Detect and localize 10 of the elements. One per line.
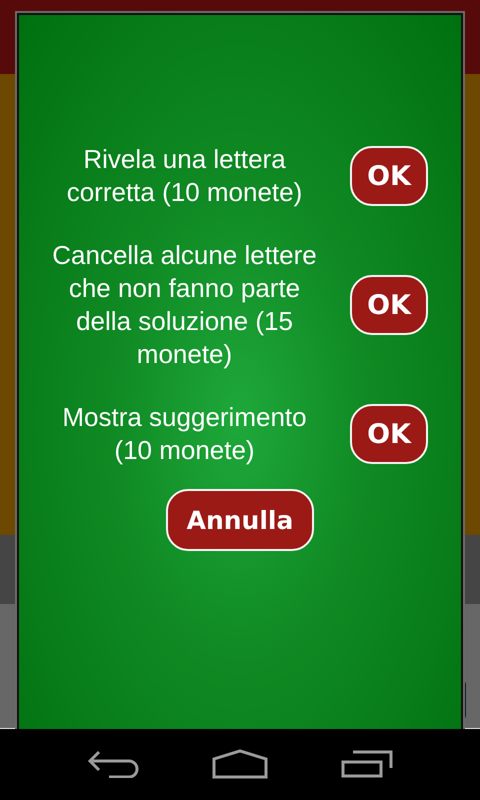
option-text: Rivela una lettera corretta (10 monete) — [66, 143, 304, 209]
option-text: Cancella alcune lettere che non fanno parte della soluzione (15 monete) — [51, 239, 318, 371]
home-icon[interactable] — [212, 749, 268, 780]
ok-button[interactable]: OK — [350, 275, 428, 335]
back-icon[interactable] — [86, 750, 139, 778]
cancel-button[interactable]: Annulla — [166, 489, 314, 551]
ok-button[interactable]: OK — [350, 404, 428, 464]
option-text: Mostra suggerimento (10 monete) — [61, 401, 308, 467]
ok-button[interactable]: OK — [350, 146, 428, 206]
recent-apps-icon[interactable] — [341, 750, 394, 778]
